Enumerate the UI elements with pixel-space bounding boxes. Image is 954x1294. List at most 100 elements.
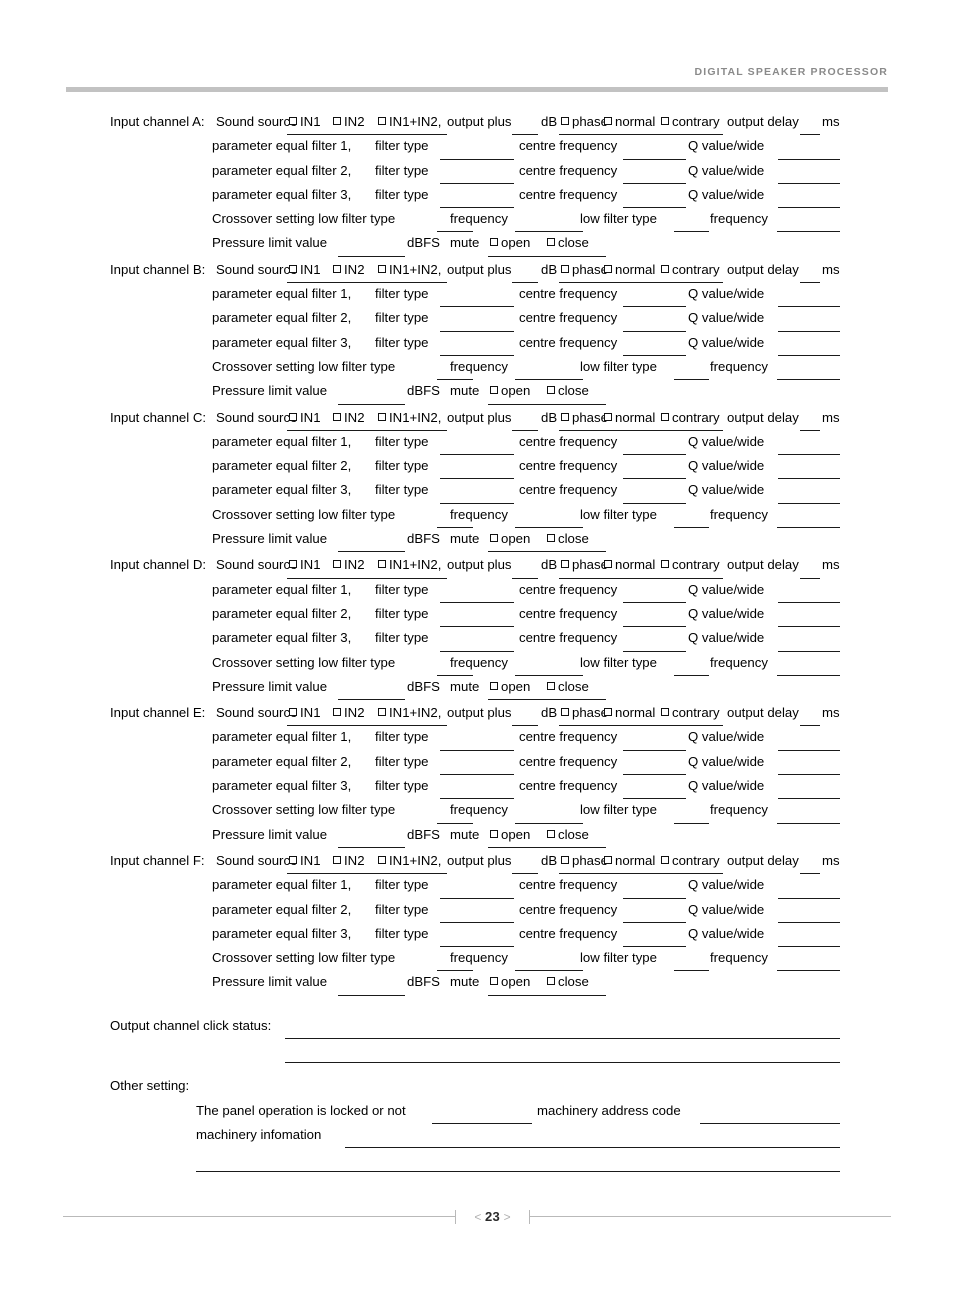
phase-label-option[interactable]: phase (560, 853, 608, 869)
centre-frequency-input[interactable] (623, 749, 686, 751)
q-value-input[interactable] (778, 749, 840, 751)
mute-open-label-option[interactable]: open (489, 531, 530, 547)
crossover-frequency-1-input[interactable] (515, 674, 583, 676)
in1-in2-checkbox[interactable] (378, 560, 386, 569)
output-status-line-1[interactable] (285, 1037, 840, 1039)
centre-frequency-input[interactable] (623, 502, 686, 504)
phase-checkbox[interactable] (561, 560, 569, 569)
in2-checkbox[interactable] (333, 264, 341, 273)
crossover-frequency-1-input[interactable] (515, 822, 583, 824)
output-plus-input-F[interactable] (512, 873, 538, 875)
contrary-label-option[interactable]: contrary (660, 853, 720, 869)
mute-open-label-option[interactable]: open (489, 235, 530, 251)
in2-checkbox[interactable] (333, 708, 341, 717)
phase-checkbox[interactable] (561, 412, 569, 421)
filter-type-input[interactable] (440, 454, 514, 456)
contrary-checkbox[interactable] (661, 708, 669, 717)
centre-frequency-input[interactable] (623, 774, 686, 776)
in2-label-option[interactable]: IN2 (332, 114, 365, 130)
panel-lock-input[interactable] (432, 1122, 532, 1124)
filter-type-input[interactable] (440, 946, 514, 948)
q-value-input[interactable] (778, 454, 840, 456)
in1-in2-label-option[interactable]: IN1+IN2, (377, 853, 441, 869)
machinery-information-input[interactable] (345, 1147, 840, 1149)
machinery-address-code-input[interactable] (700, 1122, 840, 1124)
contrary-checkbox[interactable] (661, 412, 669, 421)
filter-type-input[interactable] (440, 158, 514, 160)
crossover-frequency-1-input[interactable] (515, 970, 583, 972)
normal-label-option[interactable]: normal (603, 557, 655, 573)
mute-open-label-option[interactable]: open (489, 679, 530, 695)
filter-type-input[interactable] (440, 921, 514, 923)
contrary-checkbox[interactable] (661, 117, 669, 125)
in1-label-option[interactable]: IN1 (288, 557, 321, 573)
output-delay-input-B[interactable] (800, 282, 820, 284)
pressure-limit-input[interactable] (338, 255, 405, 257)
q-value-input[interactable] (778, 798, 840, 800)
in2-checkbox[interactable] (333, 855, 341, 864)
normal-label-option[interactable]: normal (603, 705, 655, 721)
mute-close-checkbox[interactable] (547, 977, 555, 986)
mute-close-checkbox[interactable] (547, 238, 555, 247)
in1-in2-checkbox[interactable] (378, 412, 386, 421)
q-value-input[interactable] (778, 478, 840, 480)
normal-label-option[interactable]: normal (603, 410, 655, 426)
in1-checkbox[interactable] (289, 117, 297, 125)
centre-frequency-input[interactable] (623, 330, 686, 332)
mute-open-checkbox[interactable] (490, 238, 498, 247)
filter-type-input[interactable] (440, 478, 514, 480)
in1-checkbox[interactable] (289, 560, 297, 569)
in1-checkbox[interactable] (289, 708, 297, 717)
q-value-input[interactable] (778, 897, 840, 899)
crossover-low-filter-type-2-input[interactable] (674, 379, 709, 381)
mute-open-checkbox[interactable] (490, 681, 498, 690)
in1-in2-label-option[interactable]: IN1+IN2, (377, 114, 441, 130)
crossover-low-filter-type-2-input[interactable] (674, 231, 709, 233)
in2-checkbox[interactable] (333, 117, 341, 125)
filter-type-input[interactable] (440, 626, 514, 628)
output-plus-input-A[interactable] (512, 134, 538, 136)
normal-checkbox[interactable] (604, 264, 612, 273)
in2-label-option[interactable]: IN2 (332, 705, 365, 721)
mute-close-checkbox[interactable] (547, 386, 555, 395)
crossover-low-filter-type-1-input[interactable] (437, 674, 473, 676)
in2-checkbox[interactable] (333, 412, 341, 421)
crossover-low-filter-type-2-input[interactable] (674, 822, 709, 824)
output-delay-input-E[interactable] (800, 725, 820, 727)
centre-frequency-input[interactable] (623, 454, 686, 456)
in2-label-option[interactable]: IN2 (332, 853, 365, 869)
mute-open-checkbox[interactable] (490, 829, 498, 838)
in1-checkbox[interactable] (289, 412, 297, 421)
filter-type-input[interactable] (440, 306, 514, 308)
in1-label-option[interactable]: IN1 (288, 410, 321, 426)
q-value-input[interactable] (778, 354, 840, 356)
pressure-limit-input[interactable] (338, 846, 405, 848)
crossover-frequency-1-input[interactable] (515, 527, 583, 529)
mute-open-checkbox[interactable] (490, 977, 498, 986)
contrary-checkbox[interactable] (661, 560, 669, 569)
in2-label-option[interactable]: IN2 (332, 262, 365, 278)
mute-close-label-option[interactable]: close (546, 974, 589, 990)
prev-page-arrow[interactable]: < (474, 1210, 481, 1224)
filter-type-input[interactable] (440, 798, 514, 800)
pressure-limit-input[interactable] (338, 551, 405, 553)
filter-type-input[interactable] (440, 749, 514, 751)
in1-label-option[interactable]: IN1 (288, 705, 321, 721)
contrary-label-option[interactable]: contrary (660, 705, 720, 721)
other-setting-extra-line[interactable] (196, 1171, 840, 1173)
normal-label-option[interactable]: normal (603, 853, 655, 869)
q-value-input[interactable] (778, 601, 840, 603)
output-plus-input-C[interactable] (512, 429, 538, 431)
q-value-input[interactable] (778, 626, 840, 628)
q-value-input[interactable] (778, 921, 840, 923)
mute-close-checkbox[interactable] (547, 534, 555, 543)
centre-frequency-input[interactable] (623, 354, 686, 356)
normal-checkbox[interactable] (604, 855, 612, 864)
q-value-input[interactable] (778, 650, 840, 652)
crossover-low-filter-type-2-input[interactable] (674, 527, 709, 529)
mute-close-label-option[interactable]: close (546, 827, 589, 843)
in1-in2-checkbox[interactable] (378, 117, 386, 125)
crossover-frequency-1-input[interactable] (515, 231, 583, 233)
output-delay-input-C[interactable] (800, 429, 820, 431)
filter-type-input[interactable] (440, 650, 514, 652)
